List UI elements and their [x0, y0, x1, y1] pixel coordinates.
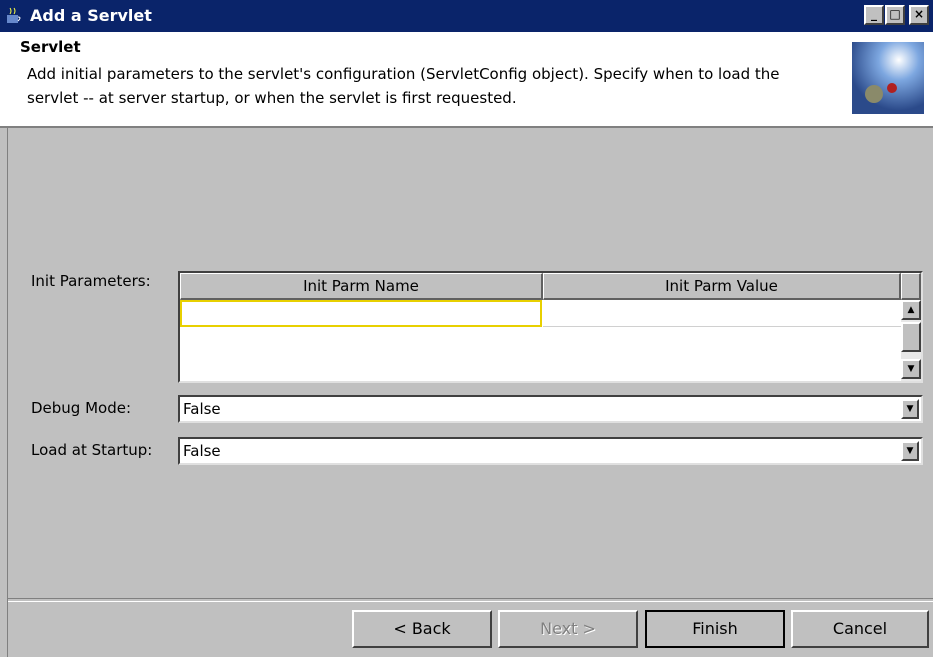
debug-mode-label: Debug Mode:: [31, 399, 132, 417]
init-parameters-label: Init Parameters:: [31, 272, 151, 290]
button-separator: [8, 598, 933, 602]
page-title: Servlet: [20, 38, 81, 56]
minimize-button[interactable]: _: [864, 5, 884, 25]
load-startup-value: False: [183, 442, 221, 460]
column-header-value[interactable]: Init Parm Value: [543, 273, 901, 300]
add-servlet-dialog: Add a Servlet _ □ × Servlet Add initial …: [0, 0, 933, 657]
left-border: [0, 128, 8, 657]
next-button[interactable]: Next >: [498, 610, 638, 648]
table-corner: [901, 273, 921, 300]
load-startup-select[interactable]: False ▼: [178, 437, 923, 465]
init-parm-name-cell[interactable]: [180, 300, 542, 327]
page-description: Add initial parameters to the servlet's …: [27, 65, 780, 107]
maximize-button[interactable]: □: [885, 5, 905, 25]
scroll-up-button[interactable]: ▲: [901, 300, 921, 320]
table-scrollbar[interactable]: ▲ ▼: [901, 300, 921, 381]
init-parameters-table[interactable]: Init Parm Name Init Parm Value ▲ ▼: [178, 271, 923, 383]
scroll-down-button[interactable]: ▼: [901, 359, 921, 379]
title-bar[interactable]: Add a Servlet _ □ ×: [0, 0, 933, 32]
debug-mode-select[interactable]: False ▼: [178, 395, 923, 423]
coffee-cup-icon: [7, 7, 21, 23]
chevron-down-icon[interactable]: ▼: [901, 441, 919, 461]
back-button[interactable]: < Back: [352, 610, 492, 648]
close-button[interactable]: ×: [909, 5, 929, 25]
wizard-graphic-icon: [852, 42, 924, 114]
scroll-thumb[interactable]: [901, 322, 921, 352]
column-header-name[interactable]: Init Parm Name: [180, 273, 543, 300]
finish-button[interactable]: Finish: [645, 610, 785, 648]
load-startup-label: Load at Startup:: [31, 441, 153, 459]
window-title: Add a Servlet: [30, 6, 152, 25]
cancel-button[interactable]: Cancel: [791, 610, 929, 648]
wizard-header: Servlet Add initial parameters to the se…: [0, 32, 933, 128]
chevron-down-icon[interactable]: ▼: [901, 399, 919, 419]
debug-mode-value: False: [183, 400, 221, 418]
init-parm-value-cell[interactable]: [543, 300, 901, 327]
